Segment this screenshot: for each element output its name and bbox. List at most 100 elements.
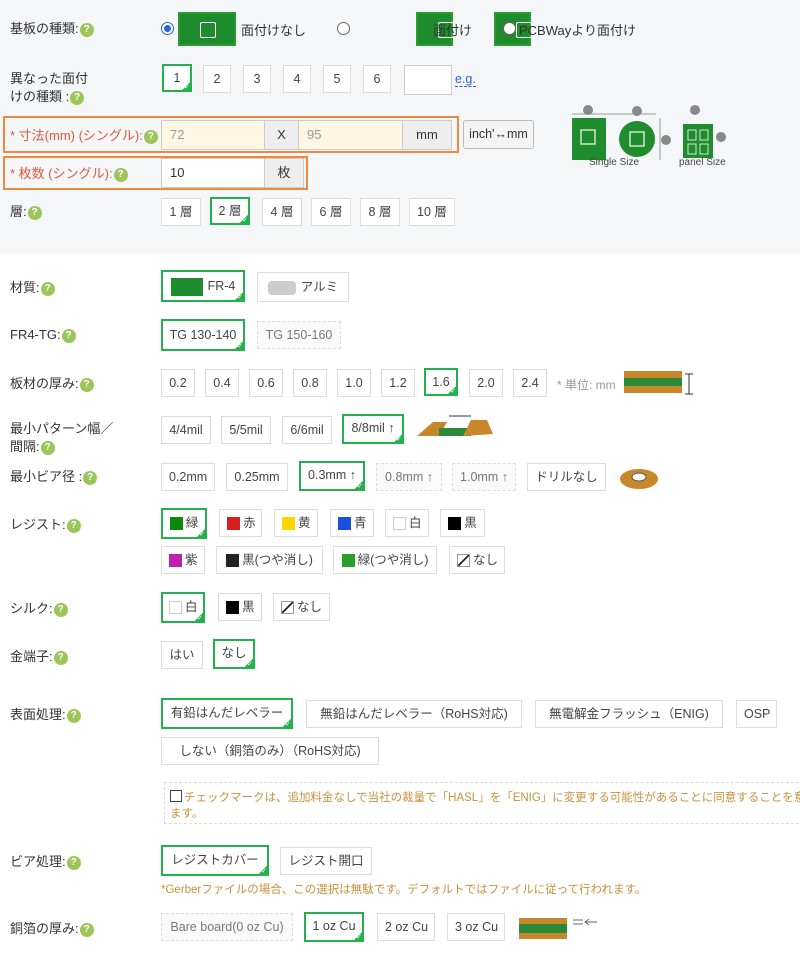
height-input[interactable]: 95 [298, 120, 403, 150]
help-icon[interactable]: ? [113, 167, 128, 182]
layer-option-1[interactable]: 1 層 [161, 198, 201, 226]
thickness-2.4[interactable]: 2.4 [513, 369, 547, 397]
diff-designs-label: 異なった面付 けの種類 :? [10, 71, 89, 105]
help-icon[interactable]: ? [53, 650, 68, 665]
thickness-1.0[interactable]: 1.0 [337, 369, 371, 397]
material-aluminum[interactable]: アルミ [257, 272, 349, 302]
layer-option-8[interactable]: 8 層 [360, 198, 400, 226]
designs-option-5[interactable]: 5 [323, 65, 351, 93]
help-icon[interactable]: ? [61, 328, 76, 343]
layer-option-6[interactable]: 6 層 [311, 198, 351, 226]
thickness-0.6[interactable]: 0.6 [249, 369, 283, 397]
finish-hasl-lead[interactable]: 有鉛はんだレベラー [161, 698, 293, 729]
none-swatch [457, 554, 470, 568]
help-icon[interactable]: ? [79, 377, 94, 392]
silk-none[interactable]: なし [273, 593, 330, 621]
mask-none[interactable]: なし [449, 546, 505, 574]
mask-blue[interactable]: 青 [330, 509, 374, 537]
via-untented[interactable]: レジスト開口 [280, 847, 372, 875]
via-no-drill[interactable]: ドリルなし [527, 463, 606, 491]
mask-matte-green[interactable]: 緑(つや消し) [333, 546, 437, 574]
mask-green[interactable]: 緑 [161, 508, 207, 539]
trace-8-8[interactable]: 8/8mil ↑ [342, 414, 404, 444]
designs-option-3[interactable]: 3 [243, 65, 271, 93]
mask-purple[interactable]: 紫 [161, 546, 205, 574]
layer-option-10[interactable]: 10 層 [409, 198, 455, 226]
via-0.8mm[interactable]: 0.8mm ↑ [376, 463, 442, 491]
thickness-2.0[interactable]: 2.0 [469, 369, 503, 397]
mask-white[interactable]: 白 [385, 509, 429, 537]
help-icon[interactable]: ? [79, 922, 94, 937]
help-icon[interactable]: ? [83, 470, 98, 485]
help-icon[interactable]: ? [27, 205, 42, 220]
finish-enig[interactable]: 無電解金フラッシュ（ENIG) [535, 700, 723, 728]
help-icon[interactable]: ? [66, 708, 81, 723]
help-icon[interactable]: ? [70, 90, 85, 105]
radio-no-panel[interactable] [161, 22, 174, 35]
via-0.2mm[interactable]: 0.2mm [161, 463, 215, 491]
help-icon[interactable]: ? [40, 440, 55, 455]
layer-option-4[interactable]: 4 層 [262, 198, 302, 226]
via-0.25mm[interactable]: 0.25mm [226, 463, 288, 491]
help-icon[interactable]: ? [143, 129, 158, 144]
radio-panel-label[interactable]: 面付け [433, 20, 472, 39]
material-fr4[interactable]: FR-4 [161, 270, 245, 302]
radio-panel[interactable] [337, 22, 350, 35]
help-icon[interactable]: ? [53, 602, 68, 617]
copper-bare[interactable]: Bare board(0 oz Cu) [161, 913, 293, 941]
trace-4-4[interactable]: 4/4mil [161, 416, 211, 444]
radio-no-panel-label[interactable]: 面付けなし [241, 20, 306, 39]
help-icon[interactable]: ? [40, 281, 55, 296]
mask-red[interactable]: 赤 [219, 509, 262, 537]
mask-black[interactable]: 黒 [440, 509, 485, 537]
via-1.0mm[interactable]: 1.0mm ↑ [452, 463, 516, 491]
purple-swatch [169, 554, 182, 568]
silk-white[interactable]: 白 [161, 592, 205, 623]
silk-black[interactable]: 黒 [218, 593, 262, 621]
designs-option-4[interactable]: 4 [283, 65, 311, 93]
trace-5-5[interactable]: 5/5mil [221, 416, 271, 444]
via-0.3mm[interactable]: 0.3mm ↑ [299, 461, 365, 491]
gold-yes[interactable]: はい [161, 641, 203, 669]
mask-matte-black[interactable]: 黒(つや消し) [216, 546, 323, 574]
copper-3oz[interactable]: 3 oz Cu [447, 913, 505, 941]
copper-2oz[interactable]: 2 oz Cu [377, 913, 435, 941]
finish-none[interactable]: しない（銅箔のみ）（RoHS対応) [161, 737, 379, 765]
designs-option-6[interactable]: 6 [363, 65, 391, 93]
tg-150-160[interactable]: TG 150-160 [257, 321, 341, 349]
material-label: 材質:? [10, 279, 55, 297]
finish-agreement-checkbox[interactable] [170, 790, 182, 802]
tg-130-140[interactable]: TG 130-140 [161, 319, 245, 351]
thickness-1.6[interactable]: 1.6 [424, 368, 458, 396]
layers-label: 層:? [10, 203, 42, 221]
unit-convert-button[interactable]: inch'↔mm [463, 120, 534, 149]
thickness-0.4[interactable]: 0.4 [205, 369, 239, 397]
designs-option-1[interactable]: 1 [162, 64, 192, 92]
help-icon[interactable]: ? [66, 855, 81, 870]
thickness-0.8[interactable]: 0.8 [293, 369, 327, 397]
width-input[interactable]: 72 [161, 120, 265, 150]
finish-osp[interactable]: OSP [736, 700, 777, 728]
thickness-0.2[interactable]: 0.2 [161, 369, 195, 397]
designs-custom-input[interactable] [404, 65, 452, 95]
via-tented[interactable]: レジストカバー [161, 845, 269, 876]
radio-pcbway-panel-label[interactable]: PCBWayより面付け [519, 20, 636, 39]
gold-no[interactable]: なし [213, 639, 255, 669]
tg-label: FR4-TG:? [10, 326, 76, 344]
layer-option-2[interactable]: 2 層 [210, 197, 250, 225]
copper-1oz[interactable]: 1 oz Cu [304, 912, 364, 942]
quantity-input[interactable]: 10 [161, 158, 265, 188]
designs-option-2[interactable]: 2 [203, 65, 231, 93]
thickness-1.2[interactable]: 1.2 [381, 369, 415, 397]
trace-6-6[interactable]: 6/6mil [282, 416, 332, 444]
copper-diagram [519, 918, 597, 939]
finish-hasl-lead-free[interactable]: 無鉛はんだレベラー（RoHS対応) [306, 700, 522, 728]
radio-pcbway-panel[interactable] [503, 22, 516, 35]
mask-yellow[interactable]: 黄 [274, 509, 318, 537]
mask-label: レジスト:? [10, 516, 81, 534]
help-icon[interactable]: ? [79, 22, 94, 37]
eg-link[interactable]: e.g. [455, 72, 476, 87]
single-size-caption: Single Size [589, 157, 640, 168]
help-icon[interactable]: ? [66, 518, 81, 533]
copper-label: 銅箔の厚み:? [10, 920, 94, 938]
